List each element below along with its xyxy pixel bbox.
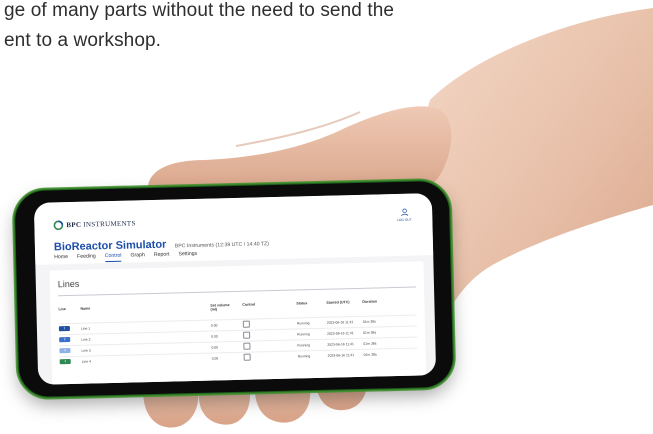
line-duration: 01m 38s [363, 341, 377, 346]
line-started: 2023-06-16 11:41 [327, 342, 354, 347]
col-started: Started (UTC) [326, 300, 350, 305]
caption-line-1: ge of many parts without the need to sen… [4, 0, 395, 21]
line-started: 2023-06-16 11:41 [327, 353, 355, 358]
line-status: Running [297, 343, 311, 348]
tab-home[interactable]: Home [54, 254, 68, 263]
user-icon [400, 208, 408, 217]
line-started: 2023-06-16 11:41 [327, 331, 354, 336]
line-duration: 01m 38s [363, 330, 377, 335]
line-duration: 01m 38s [363, 352, 377, 357]
line-status: Running [297, 332, 310, 337]
line-volume: 0.00 [211, 345, 219, 350]
col-control: Control [242, 302, 256, 307]
tab-control[interactable]: Control [104, 252, 122, 263]
col-status: Status [296, 301, 308, 306]
table-header: Line Name Set volume (ml) Control Status… [58, 299, 416, 312]
line-name: Line 3 [81, 348, 91, 353]
line-name: Line 1 [80, 326, 91, 331]
lines-title: Lines [57, 278, 80, 290]
control-checkbox[interactable] [242, 320, 250, 328]
line-volume: 0.00 [211, 356, 219, 361]
phone-screen: BPC INSTRUMENTS LOG OUT BioReactor Simul… [33, 193, 437, 385]
line-badge: 1 [58, 326, 70, 332]
phone-device: BPC INSTRUMENTS LOG OUT BioReactor Simul… [11, 177, 457, 401]
control-checkbox[interactable] [243, 331, 251, 339]
page-subtitle: BPC Instruments (12:39 UTC / 14:40 TZ) [174, 241, 270, 250]
bpc-logo-icon [53, 220, 64, 231]
app-header: BPC INSTRUMENTS LOG OUT BioReactor Simul… [33, 193, 434, 265]
line-badge: 4 [59, 359, 71, 365]
line-badge: 2 [59, 337, 71, 343]
col-duration: Duration [362, 299, 378, 304]
divider [58, 286, 417, 297]
tab-graph[interactable]: Graph [130, 252, 145, 261]
control-checkbox[interactable] [243, 342, 251, 350]
lines-card: Lines Line Name Set volume (ml) Control … [49, 261, 427, 385]
tab-report[interactable]: Report [154, 252, 170, 261]
col-name: Name [80, 306, 91, 311]
col-line: Line [58, 307, 66, 312]
brand-name: BPC INSTRUMENTS [66, 219, 135, 229]
col-volume: Set volume (ml) [210, 303, 230, 312]
logout-button[interactable]: LOG OUT [392, 208, 416, 223]
tab-settings[interactable]: Settings [178, 251, 197, 260]
brand-name-bold: BPC [66, 220, 82, 230]
control-checkbox[interactable] [243, 353, 251, 361]
brand-name-rest: INSTRUMENTS [83, 219, 136, 229]
line-name: Line 4 [81, 359, 92, 364]
line-status: Running [297, 354, 311, 359]
line-volume: 0.00 [211, 334, 218, 339]
logout-label: LOG OUT [397, 217, 412, 222]
line-volume: 0.00 [210, 323, 218, 328]
line-status: Running [296, 321, 310, 326]
line-started: 2023-06-16 11:41 [326, 320, 354, 325]
tab-feeding[interactable]: Feeding [77, 253, 96, 262]
brand-logo[interactable]: BPC INSTRUMENTS [53, 218, 136, 231]
caption-line-2: ent to a workshop. [4, 30, 162, 51]
line-duration: 01m 38s [362, 319, 376, 324]
line-name: Line 2 [81, 337, 91, 342]
line-badge: 3 [59, 348, 71, 354]
